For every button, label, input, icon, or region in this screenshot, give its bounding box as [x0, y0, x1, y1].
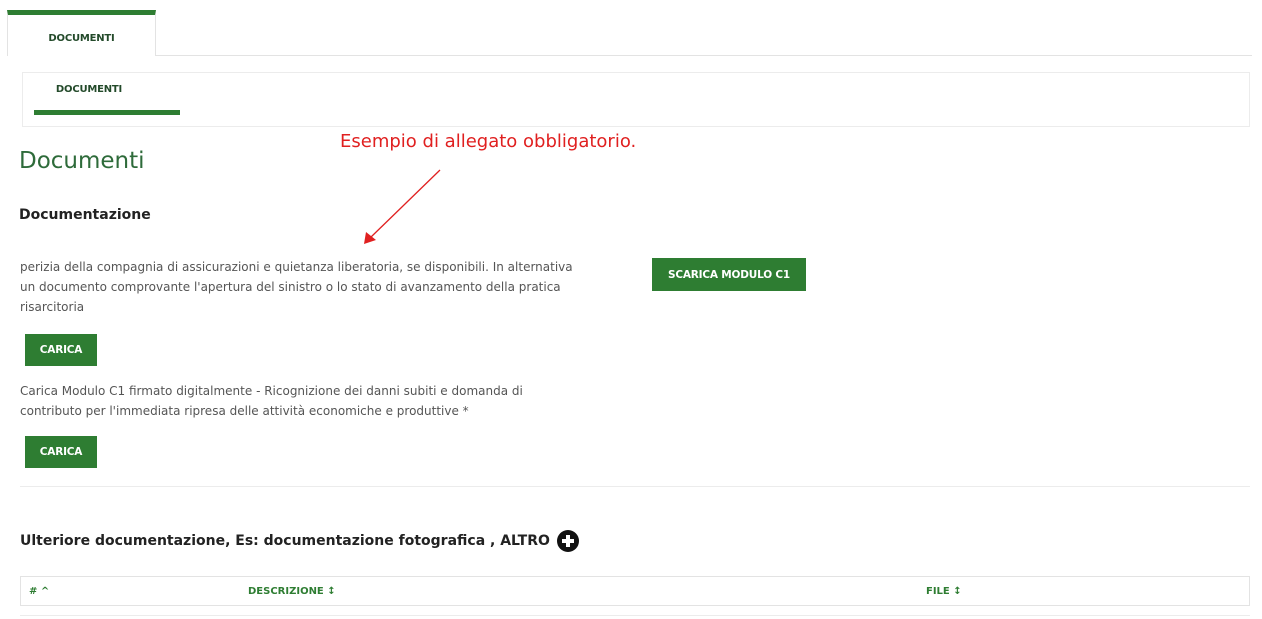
plus-circle-icon[interactable] [556, 530, 579, 552]
carica-button-modulo-c1[interactable]: CARICA [25, 436, 97, 468]
section-divider [20, 486, 1250, 487]
doc-line: contributo per l'immediata ripresa delle… [20, 404, 469, 418]
document-description-perizia: perizia della compagnia di assicurazioni… [20, 257, 600, 317]
carica-button-perizia[interactable]: CARICA [25, 334, 97, 366]
further-documentation-title: Ulteriore documentazione, Es: documentaz… [20, 533, 550, 549]
doc-line: un documento comprovante l'apertura del … [20, 280, 561, 294]
scarica-modulo-c1-button[interactable]: SCARICA MODULO C1 [652, 258, 806, 291]
further-documentation-header: Ulteriore documentazione, Es: documentaz… [20, 530, 579, 552]
table-bottom-line [20, 615, 1250, 616]
doc-line: perizia della compagnia di assicurazioni… [20, 260, 573, 274]
annotation-text: Esempio di allegato obbligatorio. [338, 131, 639, 152]
document-description-modulo-c1: Carica Modulo C1 firmato digitalmente - … [20, 381, 600, 421]
doc-line: Carica Modulo C1 firmato digitalmente - … [20, 384, 523, 398]
column-header-descrizione[interactable]: DESCRIZIONE ↕ [248, 586, 336, 597]
section-title: Documentazione [19, 207, 151, 223]
page-title: Documenti [19, 148, 145, 174]
documents-table-header: # ^ DESCRIZIONE ↕ FILE ↕ [20, 576, 1250, 606]
doc-line: risarcitoria [20, 300, 85, 314]
column-header-number[interactable]: # ^ [29, 586, 49, 597]
column-header-file[interactable]: FILE ↕ [926, 586, 962, 597]
